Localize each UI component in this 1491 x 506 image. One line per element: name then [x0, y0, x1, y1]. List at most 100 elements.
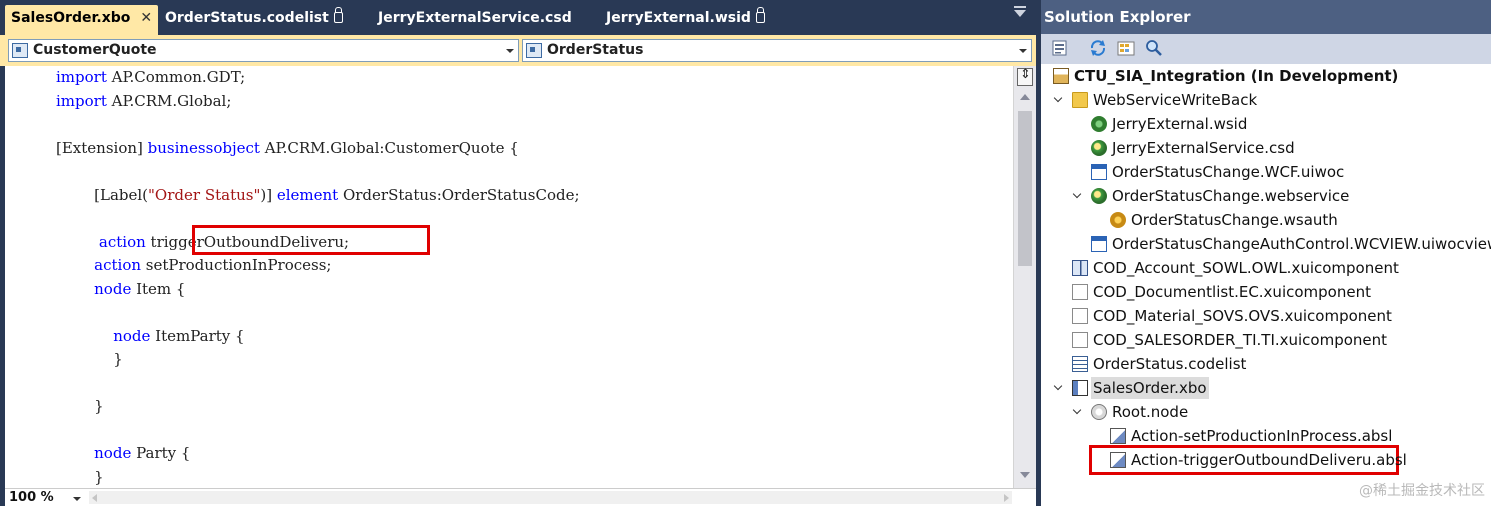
- watermark: @稀土掘金技术社区: [1359, 483, 1485, 499]
- scroll-thumb[interactable]: [1018, 111, 1032, 266]
- code-token: }: [56, 467, 104, 486]
- code-line[interactable]: }: [56, 348, 123, 370]
- code-line[interactable]: action setProductionInProcess;: [56, 254, 331, 276]
- tab-jerryexternal-wsid[interactable]: JerryExternal.wsid: [606, 5, 765, 35]
- code-line[interactable]: node Party {: [56, 442, 190, 464]
- solution-explorer-toolbar: [1041, 34, 1491, 64]
- chevron-down-icon[interactable]: [73, 497, 81, 501]
- code-keyword: node: [56, 279, 132, 298]
- node-icon: [1091, 404, 1107, 420]
- refresh-icon[interactable]: [1089, 39, 1107, 57]
- code-line[interactable]: node ItemParty {: [56, 325, 245, 347]
- class-icon: [12, 43, 28, 58]
- navigation-bar: CustomerQuote OrderStatus: [0, 35, 1036, 66]
- code-token: AP.CRM.Global;: [106, 91, 232, 110]
- tree-item-label: WebServiceWriteBack: [1093, 91, 1258, 109]
- tab-jerryexternalservice-csd[interactable]: JerryExternalService.csd: [378, 5, 572, 35]
- code-line[interactable]: }: [56, 466, 104, 488]
- uiwoc-icon: [1091, 164, 1107, 180]
- code-token: ItemParty {: [150, 326, 245, 345]
- tree-item-label: Action-triggerOutboundDeliveru.absl: [1131, 451, 1407, 469]
- show-all-files-icon[interactable]: [1117, 39, 1135, 57]
- scroll-up-icon[interactable]: [1020, 94, 1030, 100]
- code-line[interactable]: import AP.CRM.Global;: [56, 90, 231, 112]
- chevron-down-icon[interactable]: [1073, 406, 1083, 416]
- code-keyword: import: [56, 91, 107, 110]
- code-keyword: element: [276, 185, 339, 204]
- chevron-down-icon[interactable]: [1054, 382, 1064, 392]
- codelist-icon: [1072, 356, 1088, 372]
- xuicomponent-icon: [1072, 260, 1088, 276]
- code-line[interactable]: import AP.Common.GDT;: [56, 66, 245, 88]
- code-editor: SalesOrder.xbo ✕ OrderStatus.codelist Jer…: [0, 0, 1036, 506]
- close-icon[interactable]: ✕: [140, 5, 152, 32]
- chevron-down-icon[interactable]: [506, 49, 514, 53]
- tab-orderstatus-codelist[interactable]: OrderStatus.codelist: [165, 5, 343, 35]
- tree-item-label: Action-setProductionInProcess.absl: [1131, 427, 1393, 445]
- code-keyword: node: [56, 444, 132, 462]
- tree-item-label: OrderStatusChange.wsauth: [1131, 211, 1338, 229]
- project-icon: [1053, 68, 1069, 84]
- horizontal-scrollbar[interactable]: [89, 491, 1012, 504]
- highlight-box-action: [192, 225, 430, 255]
- code-token: }: [56, 397, 104, 415]
- tree-item-label: OrderStatus.codelist: [1093, 355, 1247, 373]
- tree-item-label: JerryExternal.wsid: [1112, 115, 1248, 133]
- code-token: [Extension]: [56, 138, 148, 157]
- tab-overflow-dropdown-icon[interactable]: [1014, 6, 1026, 17]
- scroll-left-icon[interactable]: [92, 494, 97, 502]
- scroll-down-icon[interactable]: [1020, 472, 1030, 478]
- scroll-right-icon[interactable]: [1004, 494, 1009, 502]
- wsauth-icon: [1110, 212, 1126, 228]
- code-text[interactable]: import AP.Common.GDT; import AP.CRM.Globa…: [5, 66, 1013, 488]
- code-token: [Label(: [56, 185, 149, 204]
- tab-label: SalesOrder.xbo: [11, 10, 131, 26]
- code-keyword: action: [56, 256, 142, 274]
- type-dropdown[interactable]: CustomerQuote: [8, 39, 519, 62]
- member-icon: [526, 43, 542, 58]
- vertical-scrollbar[interactable]: [1013, 66, 1036, 488]
- search-icon[interactable]: [1145, 39, 1163, 57]
- tab-salesorder-xbo[interactable]: SalesOrder.xbo ✕: [5, 5, 158, 35]
- tab-label: JerryExternal.wsid: [606, 10, 751, 26]
- tab-label: OrderStatus.codelist: [165, 10, 329, 26]
- chevron-down-icon[interactable]: [1019, 49, 1027, 53]
- tree-item-label: SalesOrder.xbo: [1091, 377, 1209, 399]
- code-line[interactable]: }: [56, 395, 104, 417]
- code-string: "Order Status": [148, 185, 261, 204]
- code-token: )]: [260, 185, 277, 204]
- wsid-icon: [1091, 116, 1107, 132]
- properties-icon[interactable]: [1051, 39, 1069, 57]
- editor-status-bar: 100 %: [5, 488, 1036, 506]
- tree-item-label: Root.node: [1112, 403, 1189, 421]
- type-dropdown-value: CustomerQuote: [33, 42, 157, 58]
- code-token: Item {: [131, 279, 186, 298]
- code-token: }: [56, 350, 123, 368]
- tree-item-label: OrderStatusChange.webservice: [1112, 187, 1350, 205]
- member-dropdown[interactable]: OrderStatus: [522, 39, 1032, 62]
- code-keyword: node: [56, 326, 151, 345]
- code-line[interactable]: node Item {: [56, 278, 185, 300]
- chevron-down-icon[interactable]: [1073, 190, 1083, 200]
- code-line[interactable]: [Extension] businessobject AP.CRM.Global…: [56, 137, 519, 159]
- chevron-down-icon[interactable]: [1054, 94, 1064, 104]
- file-icon: [1072, 332, 1088, 348]
- solution-explorer-title: Solution Explorer: [1041, 0, 1491, 34]
- lock-icon: [755, 7, 765, 23]
- tree-item-label: COD_Documentlist.EC.xuicomponent: [1093, 283, 1371, 301]
- code-token: setProductionInProcess;: [141, 256, 332, 274]
- xbo-icon: [1072, 380, 1088, 396]
- webservice-icon: [1091, 188, 1107, 204]
- document-tab-strip: SalesOrder.xbo ✕ OrderStatus.codelist Jer…: [0, 0, 1036, 35]
- split-handle-icon[interactable]: [1017, 67, 1033, 86]
- code-token: Party {: [131, 444, 191, 462]
- code-line[interactable]: [Label("Order Status")] element OrderSta…: [56, 184, 579, 206]
- absl-icon: [1110, 428, 1126, 444]
- tree-item-label: OrderStatusChangeAuthControl.WCVIEW.uiwo…: [1112, 235, 1491, 253]
- code-area[interactable]: import AP.Common.GDT; import AP.CRM.Globa…: [0, 66, 1036, 488]
- tree-item-label: JerryExternalService.csd: [1112, 139, 1295, 157]
- folder-icon: [1072, 92, 1088, 108]
- zoom-level[interactable]: 100 %: [9, 490, 54, 505]
- code-token: AP.Common.GDT;: [106, 68, 246, 86]
- csd-icon: [1091, 140, 1107, 156]
